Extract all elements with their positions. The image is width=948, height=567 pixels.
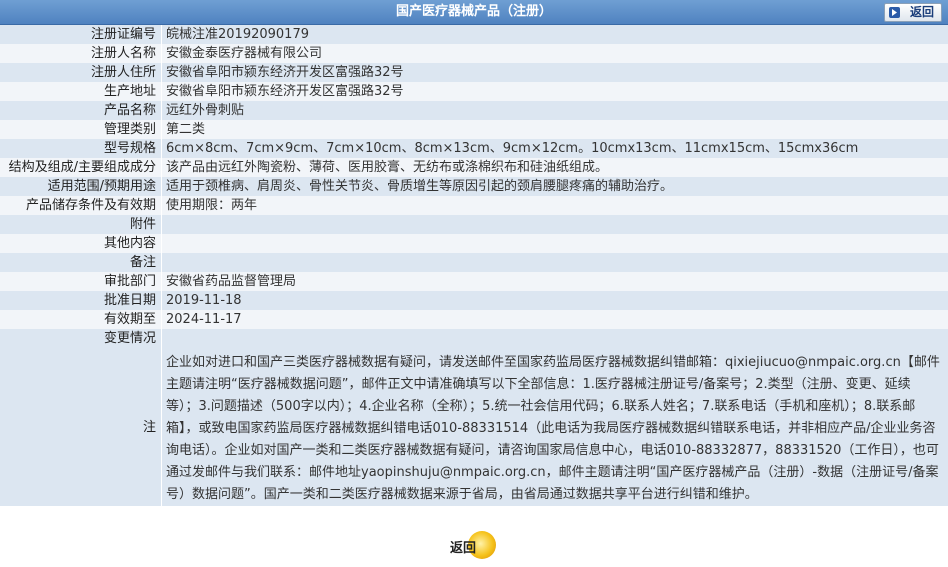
note-text: 企业如对进口和国产三类医疗器械数据有疑问，请发送邮件至国家药监局医疗器械数据纠错… <box>161 348 948 506</box>
table-row: 注册证编号 皖械注准20192090179 <box>0 25 948 44</box>
row-label: 其他内容 <box>0 234 162 253</box>
back-button-bottom-label: 返回 <box>450 541 477 556</box>
note-row: 注企业如对进口和国产三类医疗器械数据有疑问，请发送邮件至国家药监局医疗器械数据纠… <box>0 348 948 506</box>
row-label: 附件 <box>0 215 162 234</box>
table-row: 附件 <box>0 215 948 234</box>
row-label: 注册证编号 <box>0 25 162 44</box>
row-value: 安徽省阜阳市颍东经济开发区富强路32号 <box>161 82 948 101</box>
row-label: 批准日期 <box>0 291 162 310</box>
back-button-top[interactable]: 返回 <box>884 3 942 22</box>
info-table: 注册证编号 皖械注准20192090179 注册人名称 安徽金泰医疗器械有限公司 注册人… <box>0 25 948 506</box>
row-value: 使用期限：两年 <box>161 196 948 215</box>
row-value: 第二类 <box>161 120 948 139</box>
row-value: 2019-11-18 <box>161 291 948 310</box>
page-title: 国产医疗器械产品（注册） <box>395 4 552 19</box>
row-value: 安徽省阜阳市颍东经济开发区富强路32号 <box>161 63 948 82</box>
row-value: 皖械注准20192090179 <box>161 25 948 44</box>
title-bar: 国产医疗器械产品（注册） 返回 <box>0 0 948 25</box>
row-label: 注册人住所 <box>0 63 162 82</box>
row-value: 远红外骨刺贴 <box>161 101 948 120</box>
back-button-bottom[interactable]: 返回 <box>446 530 498 562</box>
table-row: 注册人名称 安徽金泰医疗器械有限公司 <box>0 44 948 63</box>
arrow-right-icon <box>889 7 900 18</box>
table-row: 有效期至 2024-11-17 <box>0 310 948 329</box>
row-value: 安徽金泰医疗器械有限公司 <box>161 44 948 63</box>
row-label: 型号规格 <box>0 139 162 158</box>
row-label: 有效期至 <box>0 310 162 329</box>
table-row: 型号规格 6cm×8cm、7cm×9cm、7cm×10cm、8cm×13cm、9c… <box>0 139 948 158</box>
table-row: 其他内容 <box>0 234 948 253</box>
table-row: 批准日期 2019-11-18 <box>0 291 948 310</box>
table-row: 结构及组成/主要组成成分 该产品由远红外陶瓷粉、薄荷、医用胶膏、无纺布或涤棉织布和… <box>0 158 948 177</box>
row-value <box>161 329 948 348</box>
table-row: 审批部门 安徽省药品监督管理局 <box>0 272 948 291</box>
table-row: 管理类别 第二类 <box>0 120 948 139</box>
row-value: 2024-11-17 <box>161 310 948 329</box>
row-label: 备注 <box>0 253 162 272</box>
row-label: 产品名称 <box>0 101 162 120</box>
row-value: 适用于颈椎病、肩周炎、骨性关节炎、骨质增生等原因引起的颈肩腰腿疼痛的辅助治疗。 <box>161 177 948 196</box>
row-label: 产品储存条件及有效期 <box>0 196 162 215</box>
back-button-label: 返回 <box>910 5 935 19</box>
row-label: 注册人名称 <box>0 44 162 63</box>
row-label: 管理类别 <box>0 120 162 139</box>
row-value: 安徽省药品监督管理局 <box>161 272 948 291</box>
table-row: 变更情况 <box>0 329 948 348</box>
row-value <box>161 215 948 234</box>
table-row: 注册人住所 安徽省阜阳市颍东经济开发区富强路32号 <box>0 63 948 82</box>
table-row: 备注 <box>0 253 948 272</box>
row-value: 该产品由远红外陶瓷粉、薄荷、医用胶膏、无纺布或涤棉织布和硅油纸组成。 <box>161 158 948 177</box>
row-value <box>161 234 948 253</box>
table-row: 生产地址 安徽省阜阳市颍东经济开发区富强路32号 <box>0 82 948 101</box>
row-label: 适用范围/预期用途 <box>0 177 162 196</box>
row-label: 变更情况 <box>0 329 162 348</box>
row-label: 结构及组成/主要组成成分 <box>0 158 162 177</box>
row-label: 审批部门 <box>0 272 162 291</box>
table-row: 产品储存条件及有效期 使用期限：两年 <box>0 196 948 215</box>
row-value: 6cm×8cm、7cm×9cm、7cm×10cm、8cm×13cm、9cm×12… <box>161 139 948 158</box>
table-row: 适用范围/预期用途 适用于颈椎病、肩周炎、骨性关节炎、骨质增生等原因引起的颈肩腰腿… <box>0 177 948 196</box>
row-value <box>161 253 948 272</box>
row-label: 生产地址 <box>0 82 162 101</box>
table-row: 产品名称 远红外骨刺贴 <box>0 101 948 120</box>
note-label: 注 <box>0 348 162 506</box>
